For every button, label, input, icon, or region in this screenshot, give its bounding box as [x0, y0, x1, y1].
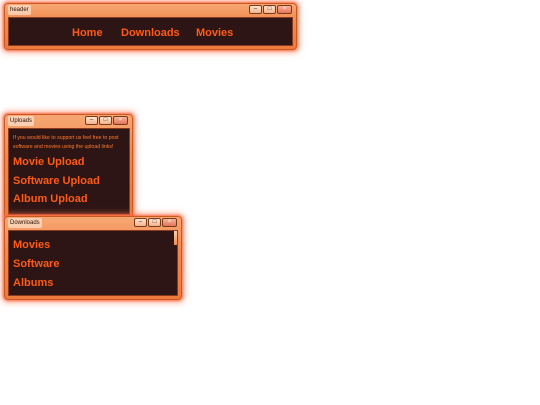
downloads-window: Downloads – □ × Movies Software Albums	[4, 216, 182, 300]
window-controls: – □ ×	[248, 5, 292, 14]
window-title: Uploads	[8, 116, 35, 126]
uploads-window: Uploads – □ × If you would like to suppo…	[4, 114, 133, 219]
downloads-titlebar[interactable]: Downloads – □ ×	[5, 217, 181, 229]
close-icon[interactable]: ×	[162, 218, 177, 227]
window-controls: – □ ×	[84, 116, 128, 125]
close-icon[interactable]: ×	[113, 116, 128, 125]
maximize-icon[interactable]: □	[99, 116, 112, 125]
software-upload-link[interactable]: Software Upload	[13, 175, 100, 187]
downloads-content: Movies Software Albums	[8, 230, 178, 296]
nav-downloads-link[interactable]: Downloads	[121, 27, 180, 39]
window-controls: – □ ×	[133, 218, 177, 227]
movies-download-link[interactable]: Movies	[13, 239, 50, 251]
albums-download-link[interactable]: Albums	[13, 277, 53, 289]
header-window: header – □ × Home Downloads Movies	[4, 3, 297, 50]
header-content: Home Downloads Movies	[8, 17, 293, 46]
minimize-icon[interactable]: –	[85, 116, 98, 125]
upload-message: If you would like to support us feel fre…	[13, 135, 119, 150]
nav-home-link[interactable]: Home	[72, 27, 103, 39]
close-icon[interactable]: ×	[277, 5, 292, 14]
movie-upload-link[interactable]: Movie Upload	[13, 156, 85, 168]
uploads-titlebar[interactable]: Uploads – □ ×	[5, 115, 132, 127]
scrollbar[interactable]	[174, 231, 177, 245]
software-download-link[interactable]: Software	[13, 258, 59, 270]
minimize-icon[interactable]: –	[134, 218, 147, 227]
nav-movies-link[interactable]: Movies	[196, 27, 233, 39]
window-title: header	[8, 5, 31, 15]
minimize-icon[interactable]: –	[249, 5, 262, 14]
header-titlebar[interactable]: header – □ ×	[5, 4, 296, 16]
window-title: Downloads	[8, 218, 42, 228]
maximize-icon[interactable]: □	[148, 218, 161, 227]
uploads-content: If you would like to support us feel fre…	[8, 128, 130, 215]
album-upload-link[interactable]: Album Upload	[13, 193, 88, 205]
maximize-icon[interactable]: □	[263, 5, 276, 14]
